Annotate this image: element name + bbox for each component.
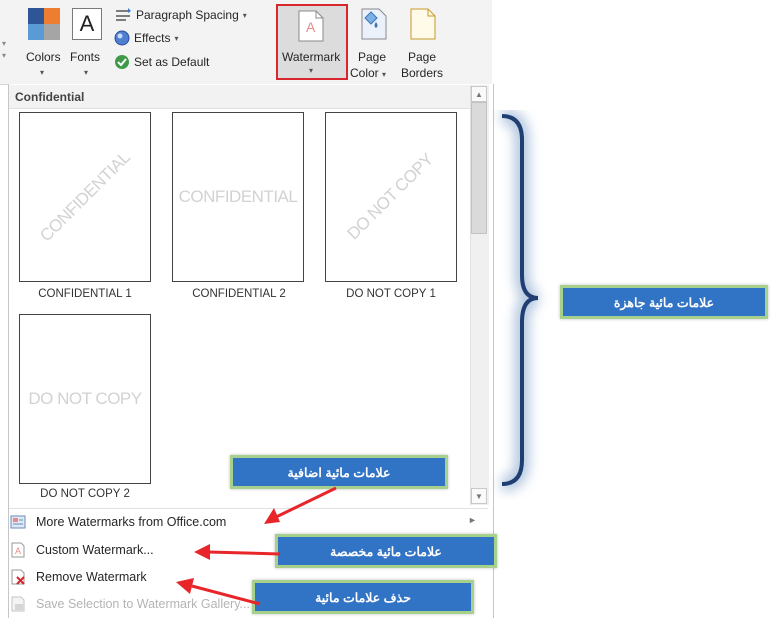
more-watermarks-menu-item[interactable]: More Watermarks from Office.com (10, 510, 480, 534)
paragraph-spacing-caret: ▾ (242, 10, 247, 20)
remove-watermark-icon (11, 569, 25, 585)
remove-watermark-label: Remove Watermark (36, 570, 147, 584)
fonts-glyph: A (79, 11, 95, 36)
page-borders-label-line1: Page (408, 50, 437, 64)
effects-button[interactable]: Effects ▾ (114, 30, 178, 46)
thumbnail-watermark-text: CONFIDENTIAL (35, 147, 134, 246)
page-color-label-line1: Page (358, 50, 387, 64)
gallery-item-confidential-2[interactable]: CONFIDENTIAL CONFIDENTIAL 2 (164, 110, 314, 306)
save-selection-icon (11, 596, 25, 612)
page-color-label-text: Color (350, 66, 379, 80)
fonts-dropdown-caret: ▾ (84, 68, 89, 77)
submenu-arrow-icon: ► (468, 515, 477, 525)
colors-label: Colors (26, 50, 61, 64)
fonts-icon: A (72, 8, 102, 40)
callout-remove-watermarks: حذف علامات مائية (252, 580, 474, 614)
effects-icon (114, 30, 130, 46)
scrollbar-thumb[interactable] (471, 102, 487, 234)
office-online-icon (10, 515, 26, 529)
set-as-default-button[interactable]: Set as Default (114, 54, 209, 70)
watermark-icon: A (298, 10, 324, 42)
watermark-button[interactable]: A Watermark ▾ (276, 4, 348, 80)
page-borders-label-line2: Borders (401, 66, 444, 80)
gallery-item-do-not-copy-1[interactable]: DO NOT COPY DO NOT COPY 1 (316, 110, 466, 306)
menu-divider (9, 508, 488, 509)
effects-caret: ▾ (174, 33, 179, 43)
thumbnail-watermark-text: CONFIDENTIAL (178, 187, 298, 206)
page-color-label-line2: Color ▾ (350, 66, 386, 80)
paragraph-spacing-icon (116, 8, 131, 21)
watermark-thumbnail: CONFIDENTIAL (172, 112, 304, 282)
page-color-caret: ▾ (382, 70, 387, 79)
callout-ready-watermarks: علامات مائية جاهزة (560, 285, 768, 319)
more-watermarks-label: More Watermarks from Office.com (36, 515, 227, 529)
page-borders-icon (410, 8, 436, 40)
scroll-down-button[interactable]: ▼ (471, 488, 487, 504)
thumbnail-caption: DO NOT COPY 2 (40, 488, 130, 500)
set-as-default-label: Set as Default (134, 55, 210, 69)
watermark-thumbnail: CONFIDENTIAL (19, 112, 151, 282)
gallery-item-do-not-copy-2[interactable]: DO NOT COPY DO NOT COPY 2 (10, 312, 160, 506)
watermark-label: Watermark (282, 50, 341, 64)
arrow-to-remove-watermark (176, 578, 261, 606)
curly-brace-annotation (501, 110, 539, 491)
custom-watermark-icon: A (11, 542, 25, 558)
gallery-item-confidential-1[interactable]: CONFIDENTIAL CONFIDENTIAL 1 (10, 110, 160, 306)
thumbnail-watermark-text: DO NOT COPY (343, 149, 438, 244)
svg-text:A: A (15, 546, 21, 556)
page-color-icon (361, 8, 387, 40)
scroll-up-button[interactable]: ▲ (471, 86, 487, 102)
custom-watermark-label: Custom Watermark... (36, 543, 154, 557)
effects-label: Effects (134, 31, 171, 45)
colors-icon (28, 8, 60, 40)
checkmark-circle-icon (115, 55, 129, 69)
fonts-button[interactable]: A Fonts ▾ (66, 6, 108, 80)
paragraph-spacing-button[interactable]: Paragraph Spacing ▾ (114, 8, 247, 22)
watermark-thumbnail: DO NOT COPY (19, 314, 151, 484)
thumbnail-caption: CONFIDENTIAL 2 (192, 288, 286, 300)
page-borders-button[interactable]: Page Borders (398, 6, 446, 80)
colors-dropdown-caret: ▾ (40, 68, 45, 77)
paragraph-spacing-label: Paragraph Spacing (136, 8, 239, 22)
arrow-to-custom-watermark (194, 544, 281, 560)
thumbnail-caption: CONFIDENTIAL 1 (38, 288, 132, 300)
colors-button[interactable]: Colors ▾ (24, 6, 64, 80)
ribbon-left-scroll[interactable]: ▾ ▾ (2, 38, 10, 68)
fonts-label: Fonts (70, 50, 101, 64)
arrow-to-more-watermarks (264, 486, 337, 524)
svg-text:A: A (306, 19, 316, 35)
page-color-button[interactable]: Page Color ▾ (350, 6, 398, 80)
thumbnail-caption: DO NOT COPY 1 (346, 288, 436, 300)
thumbnail-watermark-text: DO NOT COPY (28, 389, 142, 408)
watermark-dropdown-caret: ▾ (309, 66, 314, 75)
gallery-section-header: Confidential (9, 85, 471, 109)
watermark-thumbnail: DO NOT COPY (325, 112, 457, 282)
callout-custom-watermarks: علامات مائية مخصصة (275, 534, 497, 568)
